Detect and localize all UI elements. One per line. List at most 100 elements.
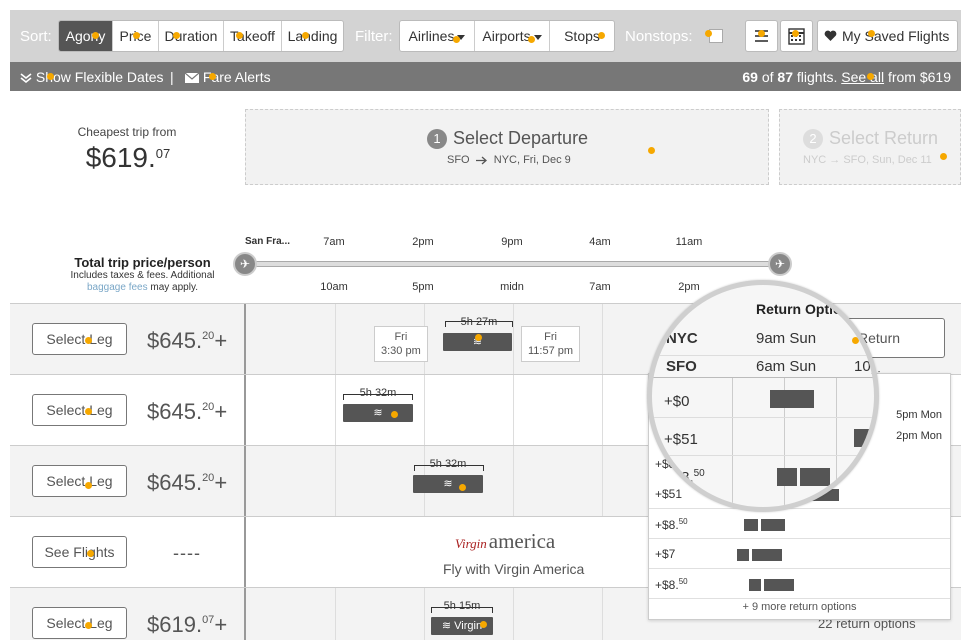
see-flights-button[interactable]: See Flights bbox=[32, 536, 127, 568]
origin-label: San Fra... bbox=[245, 236, 291, 247]
return-bar[interactable] bbox=[800, 468, 830, 486]
filter-airports-button[interactable]: Airports bbox=[474, 21, 549, 51]
price-cents: 50 bbox=[693, 468, 705, 479]
price-dollars: $645. bbox=[147, 328, 203, 353]
sort-landing-button[interactable]: Landing bbox=[281, 21, 343, 51]
more-return-options-link[interactable]: + 9 more return options bbox=[649, 601, 950, 613]
hint-dot bbox=[85, 408, 92, 415]
return-bar bbox=[744, 519, 758, 531]
price-plus: + bbox=[214, 328, 228, 353]
ad-tagline[interactable]: Fly with Virgin America bbox=[443, 561, 584, 577]
duration-label: 5h 27m bbox=[460, 316, 498, 328]
logo-brand: Virgin bbox=[455, 536, 487, 551]
return-options-title: Return Options bbox=[756, 301, 858, 317]
sort-duration-button[interactable]: Duration bbox=[158, 21, 223, 51]
tick-label: 11am bbox=[675, 236, 703, 248]
slider-handle-left[interactable]: ✈ bbox=[233, 252, 257, 276]
hint-dot bbox=[705, 30, 712, 37]
gridline bbox=[424, 588, 425, 640]
envelope-icon bbox=[184, 72, 200, 84]
flight-bar[interactable]: ≋ bbox=[413, 475, 483, 493]
trip-note-tail: may apply. bbox=[150, 282, 199, 293]
hint-dot bbox=[475, 334, 482, 341]
hint-dot bbox=[85, 622, 92, 629]
baggage-fees-link[interactable]: baggage fees bbox=[87, 282, 148, 293]
flex-dates-toggle[interactable]: Show Flexible Dates bbox=[20, 69, 164, 85]
tick-label: 2pm bbox=[412, 236, 434, 248]
trip-note-text: Includes taxes & fees. Additional bbox=[70, 270, 215, 281]
hint-dot bbox=[648, 147, 655, 154]
price-plus: + bbox=[214, 399, 228, 424]
airport-code: NYC bbox=[666, 330, 698, 347]
return-option-row[interactable]: +$8.50 bbox=[649, 509, 950, 539]
return-time-label: 2pm Mon bbox=[896, 430, 942, 442]
tip-time: 11:57 pm bbox=[528, 345, 574, 357]
return-option-row[interactable]: +$8.50 bbox=[649, 569, 950, 599]
results-total: 87 bbox=[777, 69, 793, 85]
row-price: $645.20+ bbox=[147, 470, 227, 496]
slider-handle-right[interactable]: ✈ bbox=[768, 252, 792, 276]
trip-note: Includes taxes & fees. Additional baggag… bbox=[50, 270, 235, 294]
select-leg-button[interactable]: Select Leg bbox=[32, 607, 127, 639]
wifi-icon: ≋ bbox=[441, 620, 452, 632]
flight-bar[interactable]: ≋ bbox=[343, 404, 413, 422]
hint-dot bbox=[85, 337, 92, 344]
select-return-step[interactable]: 2 Select Return NYC → SFO, Sun, Dec 11 bbox=[779, 109, 961, 185]
nonstops-label: Nonstops: bbox=[625, 28, 693, 45]
return-option-price: +$8.50 bbox=[655, 517, 688, 532]
select-leg-button[interactable]: Select Leg bbox=[32, 323, 127, 355]
step-title: 1 Select Departure bbox=[427, 128, 588, 149]
gridline bbox=[335, 375, 336, 445]
sort-agony-button[interactable]: Agony bbox=[59, 21, 112, 51]
price-cents: 20 bbox=[202, 401, 215, 413]
row-left: Select Leg $619.07+ bbox=[10, 588, 246, 640]
hint-dot bbox=[173, 32, 180, 39]
tip-day: Fri bbox=[394, 331, 408, 343]
saved-flights-button[interactable]: My Saved Flights bbox=[817, 20, 958, 52]
price-cents: 20 bbox=[202, 472, 215, 484]
return-bar bbox=[761, 519, 785, 531]
hint-dot bbox=[459, 484, 466, 491]
sort-takeoff-button[interactable]: Takeoff bbox=[223, 21, 281, 51]
select-leg-button[interactable]: Select Leg bbox=[32, 465, 127, 497]
gridline bbox=[335, 304, 336, 374]
airline-name: Virgin bbox=[454, 620, 483, 632]
hint-dot bbox=[92, 32, 99, 39]
return-option-price: +$7 bbox=[655, 547, 676, 561]
step-route: SFO NYC, Fri, Dec 9 bbox=[447, 154, 571, 166]
row-price: $645.20+ bbox=[147, 328, 227, 354]
see-all-link[interactable]: See all bbox=[841, 69, 884, 85]
price-main: +$8. bbox=[655, 518, 679, 532]
grid-line bbox=[732, 377, 733, 507]
tick-label: 7am bbox=[589, 281, 611, 293]
filter-label: Filter: bbox=[355, 28, 393, 45]
select-departure-step[interactable]: 1 Select Departure SFO NYC, Fri, Dec 9 bbox=[245, 109, 769, 185]
duration-label: 5h 32m bbox=[429, 458, 467, 470]
return-bar bbox=[752, 549, 782, 561]
return-option-price: +$51 bbox=[655, 487, 683, 501]
fare-alerts-link[interactable]: Fare Alerts bbox=[184, 69, 271, 85]
gridline bbox=[513, 304, 514, 374]
filter-airlines-button[interactable]: Airlines bbox=[400, 21, 474, 51]
results-count: 69 bbox=[742, 69, 758, 85]
return-option-row[interactable]: +$7 bbox=[649, 539, 950, 569]
return-bar[interactable] bbox=[770, 390, 814, 408]
sort-label: Sort: bbox=[20, 28, 52, 45]
return-bar[interactable] bbox=[777, 468, 797, 486]
cheapest-label: Cheapest trip from bbox=[77, 125, 177, 139]
gridline bbox=[513, 446, 514, 516]
select-leg-button[interactable]: Select Leg bbox=[32, 394, 127, 426]
price-main: +$8. bbox=[664, 469, 694, 486]
return-bar bbox=[764, 579, 794, 591]
price-cents: 07 bbox=[202, 614, 215, 626]
row-left: Select Leg $645.20+ bbox=[10, 304, 246, 374]
magnifier-lens: Return Options NYC 9am Sun SFO 6am Sun 1… bbox=[647, 280, 879, 512]
airport-time: 9am Sun bbox=[756, 330, 817, 347]
time-range-slider[interactable] bbox=[245, 261, 782, 267]
return-option-price: +$8.50 bbox=[655, 577, 688, 592]
return-time-label: 5pm Mon bbox=[896, 409, 942, 421]
price-dollars: $619. bbox=[147, 612, 203, 637]
hint-dot bbox=[87, 550, 94, 557]
virgin-america-logo[interactable]: Virginamerica bbox=[455, 529, 555, 554]
return-bar bbox=[737, 549, 749, 561]
